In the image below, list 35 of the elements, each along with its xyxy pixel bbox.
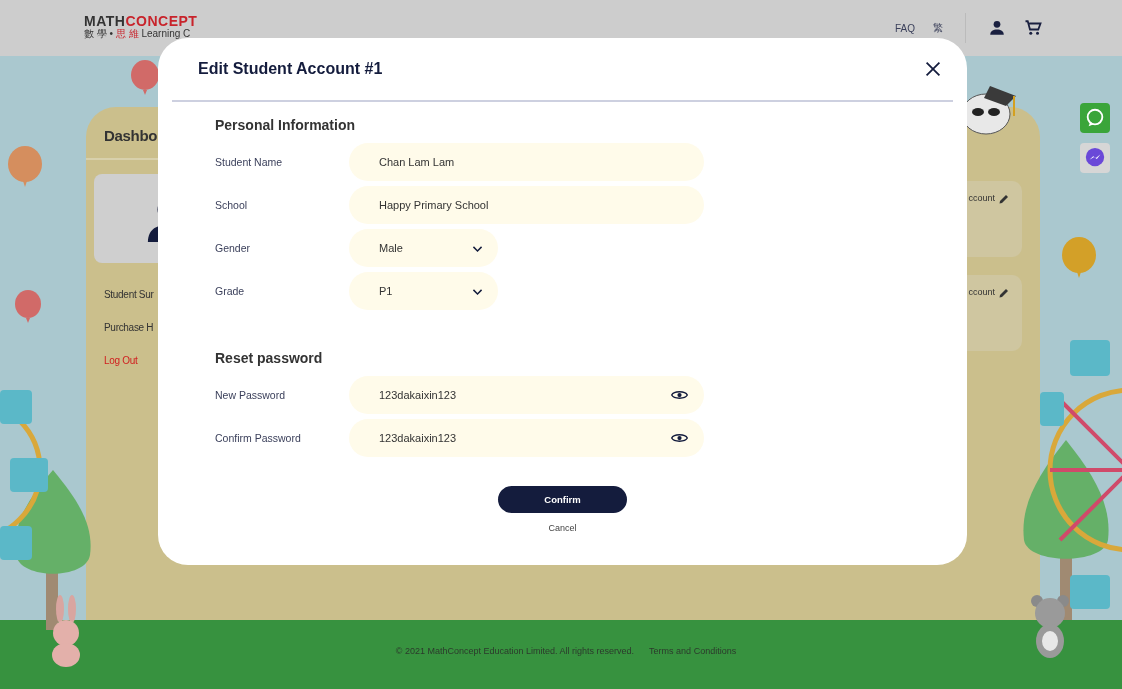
input-field[interactable]: Chan Lam Lam: [349, 143, 704, 181]
cancel-link[interactable]: Cancel: [548, 523, 577, 533]
messenger-button[interactable]: [1080, 143, 1110, 173]
input-field[interactable]: Happy Primary School: [349, 186, 704, 224]
section-heading: Personal Information: [215, 117, 357, 133]
edit-icon[interactable]: [998, 287, 1010, 299]
input-field[interactable]: 123dakaixin123: [349, 419, 704, 457]
cart-icon[interactable]: [1024, 19, 1042, 37]
header-link[interactable]: FAQ: [895, 22, 915, 34]
close-button[interactable]: [923, 59, 943, 79]
user-icon[interactable]: [988, 19, 1006, 37]
dialog-title: Edit Student Account #1: [198, 60, 383, 78]
field-label: School: [215, 199, 249, 211]
dropdown[interactable]: Male: [349, 229, 498, 267]
account-label: ccount: [968, 193, 995, 203]
logo[interactable]: MATHCONCEPT 數 學 • 思 維 Learning C: [84, 13, 198, 39]
dashboard-title: Dashbo: [104, 127, 159, 144]
field-label: Gender: [215, 242, 252, 254]
field-label: New Password: [215, 389, 287, 401]
section-heading: Reset password: [215, 350, 324, 366]
chat-bubble-icon: [1084, 147, 1106, 169]
field-label: Grade: [215, 285, 246, 297]
input-field[interactable]: 123dakaixin123: [349, 376, 704, 414]
eye-icon[interactable]: [671, 432, 688, 444]
eye-icon[interactable]: [671, 389, 688, 401]
dropdown[interactable]: P1: [349, 272, 498, 310]
edit-icon[interactable]: [998, 193, 1010, 205]
whatsapp-button[interactable]: [1080, 103, 1110, 133]
confirm-button[interactable]: Confirm: [498, 486, 627, 513]
copyright-text: © 2021 MathConcept Education Limited. All rights reserved.: [395, 645, 635, 656]
header-link[interactable]: 繁: [933, 21, 943, 35]
field-label: Confirm Password: [215, 432, 302, 444]
field-label: Student Name: [215, 156, 284, 168]
account-label: ccount: [968, 287, 995, 297]
chat-bubble-icon: [1084, 107, 1106, 129]
